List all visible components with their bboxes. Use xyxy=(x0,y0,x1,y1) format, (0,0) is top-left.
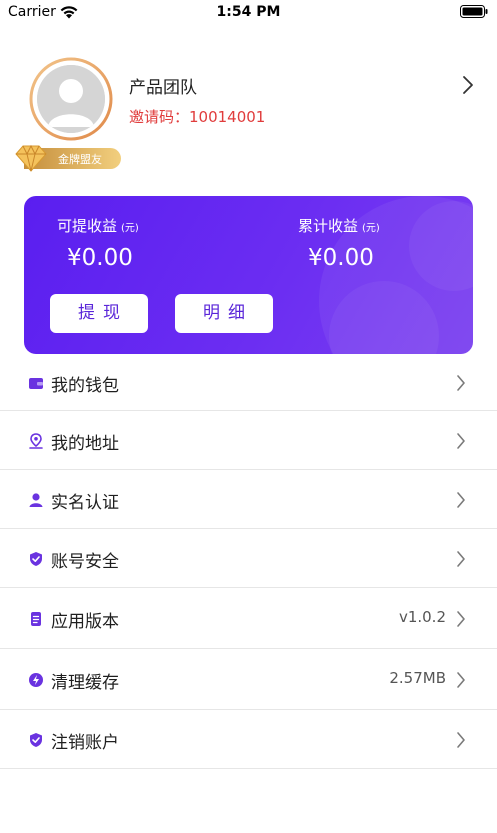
available-earnings-label: 可提收益 (元) xyxy=(57,215,139,236)
lightning-icon xyxy=(29,673,43,687)
earnings-card: 可提收益 (元) 累计收益 (元) ¥0.00 ¥0.00 提现 明细 xyxy=(24,196,473,354)
menu-item-label: 实名认证 xyxy=(51,493,119,513)
settings-menu: 我的钱包我的地址实名认证账号安全应用版本 v1.0.2 清理缓存 2.57MB 注销账户 xyxy=(0,353,497,769)
menu-item[interactable]: 账号安全 xyxy=(0,529,497,588)
chevron-right-icon xyxy=(457,375,465,391)
withdraw-button[interactable]: 提现 xyxy=(50,294,148,333)
member-badge: 金牌盟友 xyxy=(14,144,121,173)
shield-check-icon xyxy=(30,552,42,566)
location-icon xyxy=(29,433,43,449)
status-bar: Carrier 1:54 PM xyxy=(0,0,497,26)
badge-label: 金牌盟友 xyxy=(58,153,102,166)
document-icon xyxy=(31,612,41,626)
chevron-right-icon xyxy=(457,551,465,567)
total-label-text: 累计收益 xyxy=(298,217,359,235)
menu-item-label: 账号安全 xyxy=(51,552,119,572)
available-unit: (元) xyxy=(121,223,139,234)
default-user-icon xyxy=(37,65,105,133)
profile-header[interactable]: 金牌盟友 产品团队 邀请码：10014001 xyxy=(0,52,497,176)
menu-item-label: 应用版本 xyxy=(51,612,119,632)
menu-item[interactable]: 应用版本 v1.0.2 xyxy=(0,588,497,649)
menu-item[interactable]: 我的地址 xyxy=(0,411,497,470)
available-amount: ¥0.00 xyxy=(67,245,133,271)
available-label-text: 可提收益 xyxy=(57,217,118,235)
chevron-right-icon xyxy=(457,433,465,449)
invite-code: 邀请码：10014001 xyxy=(129,108,266,126)
shield-check-icon xyxy=(30,733,42,747)
status-time: 1:54 PM xyxy=(216,4,281,20)
total-amount: ¥0.00 xyxy=(308,245,374,271)
diamond-icon xyxy=(15,144,47,172)
chevron-right-icon xyxy=(457,672,465,688)
user-verify-icon xyxy=(29,493,43,507)
menu-item-label: 清理缓存 xyxy=(51,673,119,693)
battery-icon xyxy=(460,5,488,18)
menu-item-label: 我的地址 xyxy=(51,434,119,454)
avatar[interactable] xyxy=(37,65,105,133)
total-earnings-label: 累计收益 (元) xyxy=(298,215,380,236)
detail-button[interactable]: 明细 xyxy=(175,294,273,333)
wallet-icon xyxy=(29,378,43,389)
menu-item-label: 我的钱包 xyxy=(51,376,119,396)
chevron-right-icon xyxy=(457,492,465,508)
total-unit: (元) xyxy=(362,223,380,234)
menu-item-label: 注销账户 xyxy=(51,733,119,753)
chevron-right-icon xyxy=(457,732,465,748)
team-name: 产品团队 xyxy=(129,78,197,98)
menu-item[interactable]: 注销账户 xyxy=(0,710,497,769)
chevron-right-icon[interactable] xyxy=(461,74,475,96)
menu-item[interactable]: 清理缓存 2.57MB xyxy=(0,649,497,710)
menu-item[interactable]: 实名认证 xyxy=(0,470,497,529)
menu-item[interactable]: 我的钱包 xyxy=(0,353,497,411)
menu-item-value: v1.0.2 xyxy=(398,608,446,626)
chevron-right-icon xyxy=(457,611,465,627)
menu-item-value: 2.57MB xyxy=(389,669,446,687)
